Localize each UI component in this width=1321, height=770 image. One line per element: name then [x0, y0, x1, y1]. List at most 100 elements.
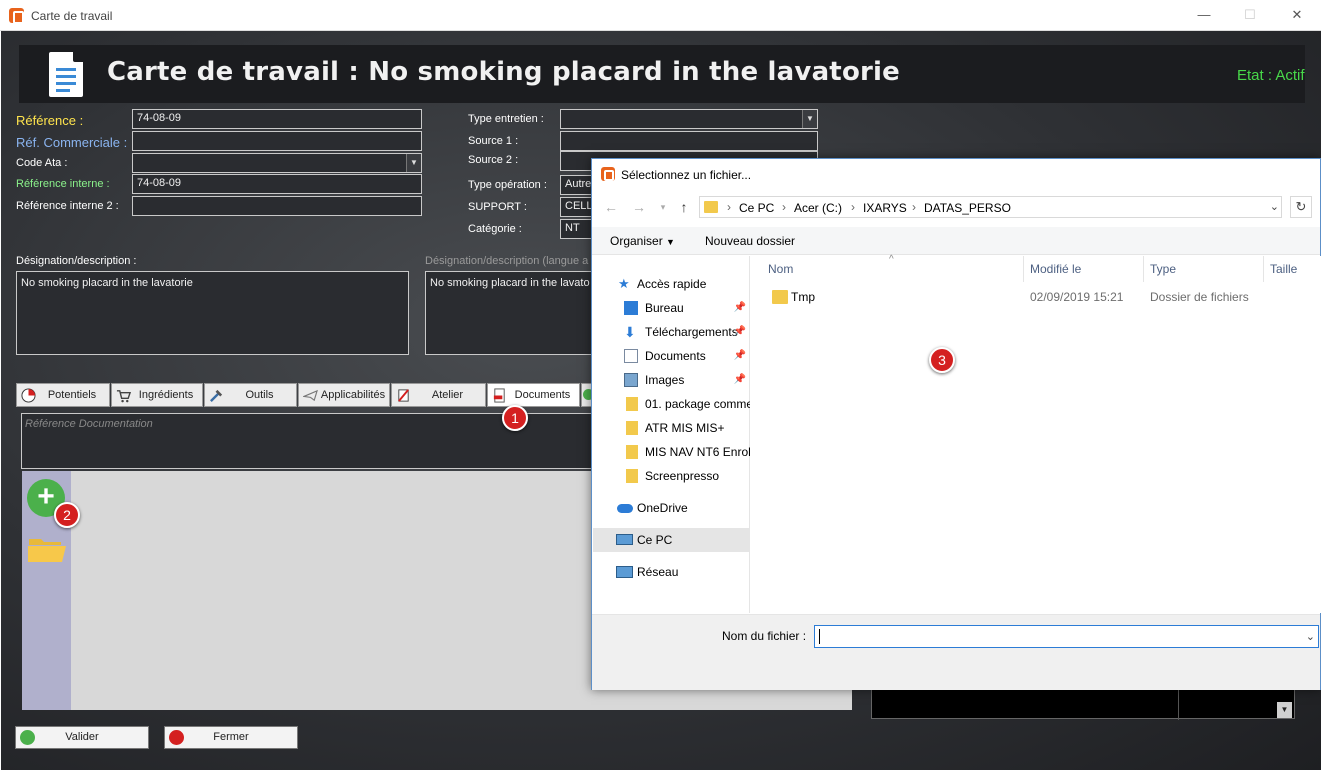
type-operation-label: Type opération : [468, 179, 547, 191]
close-button[interactable]: Fermer [164, 726, 298, 749]
column-divider[interactable] [1143, 256, 1144, 282]
column-divider[interactable] [1023, 256, 1024, 282]
reference-field[interactable]: 74-08-09 [132, 109, 422, 129]
validate-label: Valider [65, 731, 99, 743]
column-header-nom[interactable]: Nom [768, 262, 793, 276]
chevron-down-icon[interactable]: ▼ [802, 110, 817, 128]
maximize-button[interactable]: ☐ [1235, 5, 1265, 25]
nav-item-bureau[interactable]: Bureau 📌 [593, 296, 750, 320]
address-bar[interactable]: › Ce PC › Acer (C:) › IXARYS › DATAS_PER… [699, 196, 1282, 218]
nav-item-reseau[interactable]: Réseau [593, 560, 750, 584]
ref-commerciale-field[interactable] [132, 131, 422, 151]
nav-label: Images [645, 373, 685, 387]
chevron-down-icon[interactable]: ⌄ [1306, 630, 1315, 643]
file-modified: 02/09/2019 15:21 [1030, 290, 1124, 304]
organize-button[interactable]: Organiser ▼ [610, 234, 675, 248]
nav-label: OneDrive [637, 501, 688, 515]
star-icon: ★ [618, 276, 630, 291]
filename-label: Nom du fichier : [722, 629, 807, 643]
nav-label: 01. package comme [645, 397, 750, 411]
forward-arrow-icon[interactable]: → [630, 198, 648, 216]
ref-interne2-field[interactable] [132, 196, 422, 216]
nav-item-onedrive[interactable]: OneDrive [593, 496, 750, 520]
up-arrow-icon[interactable]: ↑ [675, 198, 693, 216]
right-grid[interactable]: ▼ [871, 687, 1295, 720]
sort-arrow-icon: ^ [889, 254, 894, 265]
network-icon [616, 566, 633, 578]
folder-icon [704, 201, 718, 213]
tab-label: Potentiels [47, 389, 97, 401]
tools-icon [210, 389, 223, 402]
ref-commerciale-label: Réf. Commerciale : [16, 135, 128, 150]
column-header-modifie[interactable]: Modifié le [1030, 262, 1081, 276]
dialog-title: Sélectionnez un fichier... [621, 168, 752, 182]
folder-icon [626, 445, 638, 459]
source1-field[interactable] [560, 131, 818, 151]
nav-label: ATR MIS MIS+ [645, 421, 725, 435]
breadcrumb-ce-pc[interactable]: Ce PC [739, 201, 774, 215]
designation2-label: Désignation/description (langue a [425, 255, 589, 267]
pdf-icon [493, 388, 505, 403]
recent-locations-icon[interactable]: ▾ [654, 198, 672, 216]
nav-item-atr-mis[interactable]: ATR MIS MIS+ [593, 416, 750, 440]
tab-ingredients[interactable]: Ingrédients [111, 383, 203, 407]
nav-item-images[interactable]: Images 📌 [593, 368, 750, 392]
file-name: Tmp [791, 290, 815, 304]
refresh-icon[interactable]: ↻ [1290, 196, 1312, 218]
desktop-icon [624, 301, 638, 315]
folder-icon [772, 290, 788, 304]
code-ata-select[interactable]: ▼ [132, 153, 422, 173]
header-band: Carte de travail : No smoking placard in… [19, 45, 1305, 103]
minimize-button[interactable]: — [1189, 5, 1219, 25]
pin-icon[interactable]: 📌 [734, 368, 746, 392]
nav-item-documents[interactable]: Documents 📌 [593, 344, 750, 368]
tab-applicabilites[interactable]: Applicabilités [298, 383, 390, 407]
back-arrow-icon[interactable]: ← [602, 198, 620, 216]
cancel-icon [169, 730, 184, 745]
close-window-button[interactable]: ✕ [1282, 5, 1312, 25]
file-row[interactable]: Tmp 02/09/2019 15:21 Dossier de fichiers [751, 287, 1321, 309]
plane-icon [303, 389, 318, 402]
computer-icon [616, 534, 633, 545]
window-title: Carte de travail [31, 9, 113, 23]
file-list[interactable]: ^ Nom Modifié le Type Taille Tmp 02/09/2… [751, 254, 1321, 613]
nav-label: Documents [645, 349, 706, 363]
ref-interne-field[interactable]: 74-08-09 [132, 174, 422, 194]
reference-label: Référence : [16, 113, 84, 128]
tab-atelier[interactable]: Atelier [391, 383, 486, 407]
nav-label: Accès rapide [637, 277, 707, 291]
column-divider[interactable] [1263, 256, 1264, 282]
breadcrumb-ixarys[interactable]: IXARYS [863, 201, 907, 215]
column-header-taille[interactable]: Taille [1270, 262, 1297, 276]
page-title: Carte de travail : No smoking placard in… [107, 57, 900, 87]
open-folder-icon[interactable] [27, 535, 67, 563]
pin-icon[interactable]: 📌 [734, 344, 746, 368]
tab-documents[interactable]: Documents [487, 383, 580, 407]
tab-outils[interactable]: Outils [204, 383, 297, 407]
cloud-icon [617, 504, 633, 513]
column-header-type[interactable]: Type [1150, 262, 1176, 276]
chevron-down-icon[interactable]: ▼ [406, 154, 421, 172]
breadcrumb-acer[interactable]: Acer (C:) [794, 201, 842, 215]
designation-textarea[interactable]: No smoking placard in the lavatorie [16, 271, 409, 355]
nav-item-ce-pc[interactable]: Ce PC [593, 528, 750, 552]
chevron-down-icon[interactable]: ⌄ [1270, 200, 1279, 213]
support-label: SUPPORT : [468, 201, 527, 213]
pin-icon[interactable]: 📌 [734, 320, 746, 344]
breadcrumb-datas-perso[interactable]: DATAS_PERSO [924, 201, 1011, 215]
filename-input[interactable]: ⌄ [814, 625, 1319, 648]
designation-label: Désignation/description : [16, 255, 137, 267]
command-bar: Organiser ▼ Nouveau dossier [592, 227, 1320, 255]
new-folder-button[interactable]: Nouveau dossier [705, 234, 795, 248]
pin-icon[interactable]: 📌 [734, 296, 746, 320]
nav-item-mis-nav[interactable]: MIS NAV NT6 Enrole [593, 440, 750, 464]
chevron-down-icon[interactable]: ▼ [1277, 702, 1292, 718]
nav-item-screenpresso[interactable]: Screenpresso [593, 464, 750, 488]
nav-item-telechargements[interactable]: ⬇ Téléchargements 📌 [593, 320, 750, 344]
designation2-textarea[interactable]: No smoking placard in the lavato [425, 271, 595, 355]
tab-potentiels[interactable]: Potentiels [16, 383, 110, 407]
nav-item-acces-rapide[interactable]: ★ Accès rapide [593, 272, 750, 296]
nav-item-package[interactable]: 01. package comme [593, 392, 750, 416]
validate-button[interactable]: Valider [15, 726, 149, 749]
type-entretien-select[interactable]: ▼ [560, 109, 818, 129]
